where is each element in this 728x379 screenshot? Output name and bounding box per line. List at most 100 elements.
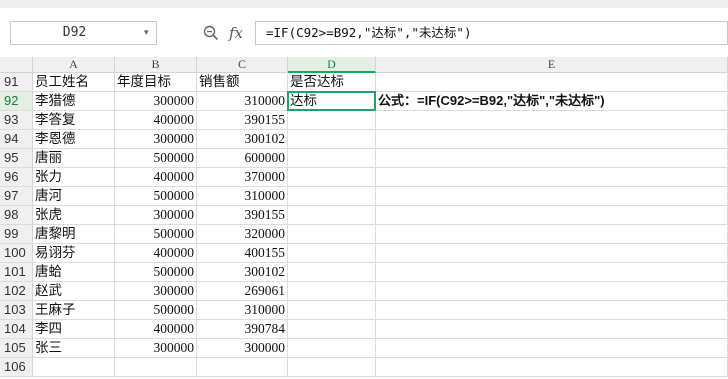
- cell-e103[interactable]: [376, 301, 728, 320]
- cell-d94[interactable]: [288, 130, 376, 149]
- cell-e97[interactable]: [376, 187, 728, 206]
- zoom-icon[interactable]: [203, 25, 219, 41]
- cell-e102[interactable]: [376, 282, 728, 301]
- cell-d97[interactable]: [288, 187, 376, 206]
- row-header[interactable]: 99: [0, 225, 33, 244]
- row-header[interactable]: 103: [0, 301, 33, 320]
- cell-c91[interactable]: 销售额: [197, 73, 288, 92]
- cell-d98[interactable]: [288, 206, 376, 225]
- cell-b99[interactable]: 500000: [115, 225, 197, 244]
- cell-a105[interactable]: 张三: [33, 339, 115, 358]
- row-header[interactable]: 94: [0, 130, 33, 149]
- cell-d96[interactable]: [288, 168, 376, 187]
- row-header[interactable]: 102: [0, 282, 33, 301]
- cell-a100[interactable]: 易诩芬: [33, 244, 115, 263]
- row-header[interactable]: 96: [0, 168, 33, 187]
- cell-c95[interactable]: 600000: [197, 149, 288, 168]
- row-header[interactable]: 93: [0, 111, 33, 130]
- cell-b104[interactable]: 400000: [115, 320, 197, 339]
- cell-b94[interactable]: 300000: [115, 130, 197, 149]
- cell-c102[interactable]: 269061: [197, 282, 288, 301]
- cell-e100[interactable]: [376, 244, 728, 263]
- cell-d95[interactable]: [288, 149, 376, 168]
- cell-e94[interactable]: [376, 130, 728, 149]
- cell-e99[interactable]: [376, 225, 728, 244]
- cell-a99[interactable]: 唐黎明: [33, 225, 115, 244]
- cell-c103[interactable]: 310000: [197, 301, 288, 320]
- cell-a93[interactable]: 李答复: [33, 111, 115, 130]
- row-header[interactable]: 95: [0, 149, 33, 168]
- cell-a101[interactable]: 唐蛤: [33, 263, 115, 282]
- cell-e104[interactable]: [376, 320, 728, 339]
- name-box-value[interactable]: D92: [11, 22, 138, 44]
- cell-d101[interactable]: [288, 263, 376, 282]
- cell-a95[interactable]: 唐丽: [33, 149, 115, 168]
- cell-a104[interactable]: 李四: [33, 320, 115, 339]
- row-header[interactable]: 92: [0, 92, 33, 111]
- cell-b106[interactable]: [115, 358, 197, 377]
- cell-e96[interactable]: [376, 168, 728, 187]
- cell-e105[interactable]: [376, 339, 728, 358]
- column-header-b[interactable]: B: [115, 57, 197, 73]
- formula-text[interactable]: =IF(C92>=B92,"达标","未达标"): [266, 22, 472, 44]
- cell-d91[interactable]: 是否达标: [288, 73, 376, 92]
- cell-d103[interactable]: [288, 301, 376, 320]
- cell-c100[interactable]: 400155: [197, 244, 288, 263]
- cell-b101[interactable]: 500000: [115, 263, 197, 282]
- column-header-e[interactable]: E: [376, 57, 728, 73]
- column-header-c[interactable]: C: [197, 57, 288, 73]
- cell-b93[interactable]: 400000: [115, 111, 197, 130]
- row-header[interactable]: 106: [0, 358, 33, 377]
- cell-e101[interactable]: [376, 263, 728, 282]
- cell-e91[interactable]: [376, 73, 728, 92]
- cell-b91[interactable]: 年度目标: [115, 73, 197, 92]
- cell-a103[interactable]: 王麻子: [33, 301, 115, 320]
- row-header[interactable]: 101: [0, 263, 33, 282]
- cell-d105[interactable]: [288, 339, 376, 358]
- row-header[interactable]: 97: [0, 187, 33, 206]
- cell-b105[interactable]: 300000: [115, 339, 197, 358]
- cell-b98[interactable]: 300000: [115, 206, 197, 225]
- cell-d102[interactable]: [288, 282, 376, 301]
- column-header-a[interactable]: A: [33, 57, 115, 73]
- cell-c94[interactable]: 300102: [197, 130, 288, 149]
- cell-c104[interactable]: 390784: [197, 320, 288, 339]
- cell-c106[interactable]: [197, 358, 288, 377]
- cell-a106[interactable]: [33, 358, 115, 377]
- cell-e106[interactable]: [376, 358, 728, 377]
- cell-a91[interactable]: 员工姓名: [33, 73, 115, 92]
- cell-b100[interactable]: 400000: [115, 244, 197, 263]
- function-icon[interactable]: fx: [229, 21, 243, 45]
- row-header[interactable]: 100: [0, 244, 33, 263]
- row-header[interactable]: 104: [0, 320, 33, 339]
- row-header[interactable]: 105: [0, 339, 33, 358]
- cell-a102[interactable]: 赵武: [33, 282, 115, 301]
- cell-c99[interactable]: 320000: [197, 225, 288, 244]
- cell-e98[interactable]: [376, 206, 728, 225]
- name-box[interactable]: D92 ▾: [10, 21, 157, 45]
- cell-b95[interactable]: 500000: [115, 149, 197, 168]
- cell-d106[interactable]: [288, 358, 376, 377]
- cell-c105[interactable]: 300000: [197, 339, 288, 358]
- cell-c93[interactable]: 390155: [197, 111, 288, 130]
- cell-b96[interactable]: 400000: [115, 168, 197, 187]
- cell-e92[interactable]: 公式：=IF(C92>=B92,"达标","未达标"): [376, 92, 728, 111]
- cell-c92[interactable]: 310000: [197, 92, 288, 111]
- cell-a97[interactable]: 唐河: [33, 187, 115, 206]
- column-header-d[interactable]: D: [288, 57, 376, 73]
- select-all-corner[interactable]: [0, 57, 33, 73]
- cell-a98[interactable]: 张虎: [33, 206, 115, 225]
- cell-b102[interactable]: 300000: [115, 282, 197, 301]
- cell-c98[interactable]: 390155: [197, 206, 288, 225]
- cell-a96[interactable]: 张力: [33, 168, 115, 187]
- cell-e93[interactable]: [376, 111, 728, 130]
- cell-d100[interactable]: [288, 244, 376, 263]
- chevron-down-icon[interactable]: ▾: [144, 29, 152, 38]
- cell-d93[interactable]: [288, 111, 376, 130]
- cell-d104[interactable]: [288, 320, 376, 339]
- row-header[interactable]: 91: [0, 73, 33, 92]
- cell-b103[interactable]: 500000: [115, 301, 197, 320]
- cell-d99[interactable]: [288, 225, 376, 244]
- cell-c101[interactable]: 300102: [197, 263, 288, 282]
- cell-a92[interactable]: 李猎德: [33, 92, 115, 111]
